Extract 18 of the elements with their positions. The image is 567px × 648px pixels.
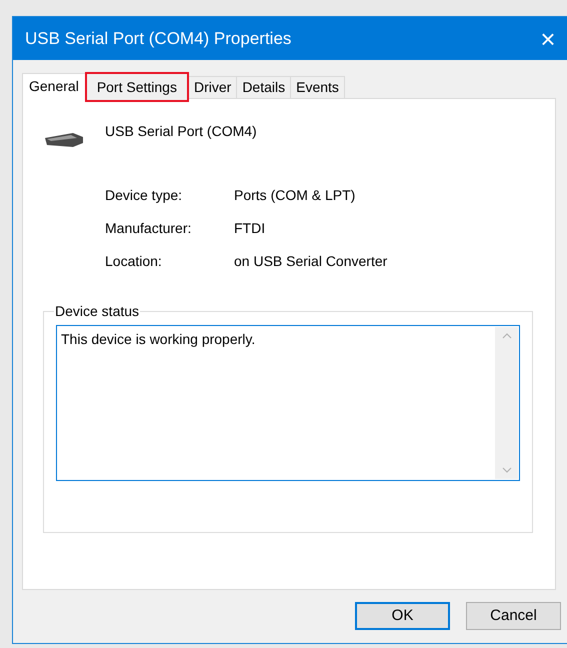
tab[interactable]: Port Settings [84, 72, 189, 102]
status-text-box[interactable]: This device is working properly. [56, 325, 520, 481]
property-value: FTDI [234, 219, 266, 238]
device-name: USB Serial Port (COM4) [105, 122, 257, 141]
property-label: Location: [105, 252, 163, 271]
dialog-button[interactable]: OK [355, 602, 450, 630]
property-value: Ports (COM & LPT) [234, 186, 356, 205]
status-text: This device is working properly. [60, 330, 256, 349]
group-label: Device status [54, 302, 140, 321]
property-label: Device type: [105, 186, 184, 205]
scroll-bar[interactable] [495, 327, 518, 479]
tab[interactable]: Events [290, 76, 345, 98]
property-label: Manufacturer: [105, 219, 192, 238]
tab[interactable]: General [22, 73, 86, 99]
property-value: on USB Serial Converter [234, 252, 388, 271]
window-title: USB Serial Port (COM4) Properties [25, 28, 292, 50]
close-button[interactable]: × [533, 24, 563, 54]
dialog-button[interactable]: Cancel [466, 602, 561, 630]
